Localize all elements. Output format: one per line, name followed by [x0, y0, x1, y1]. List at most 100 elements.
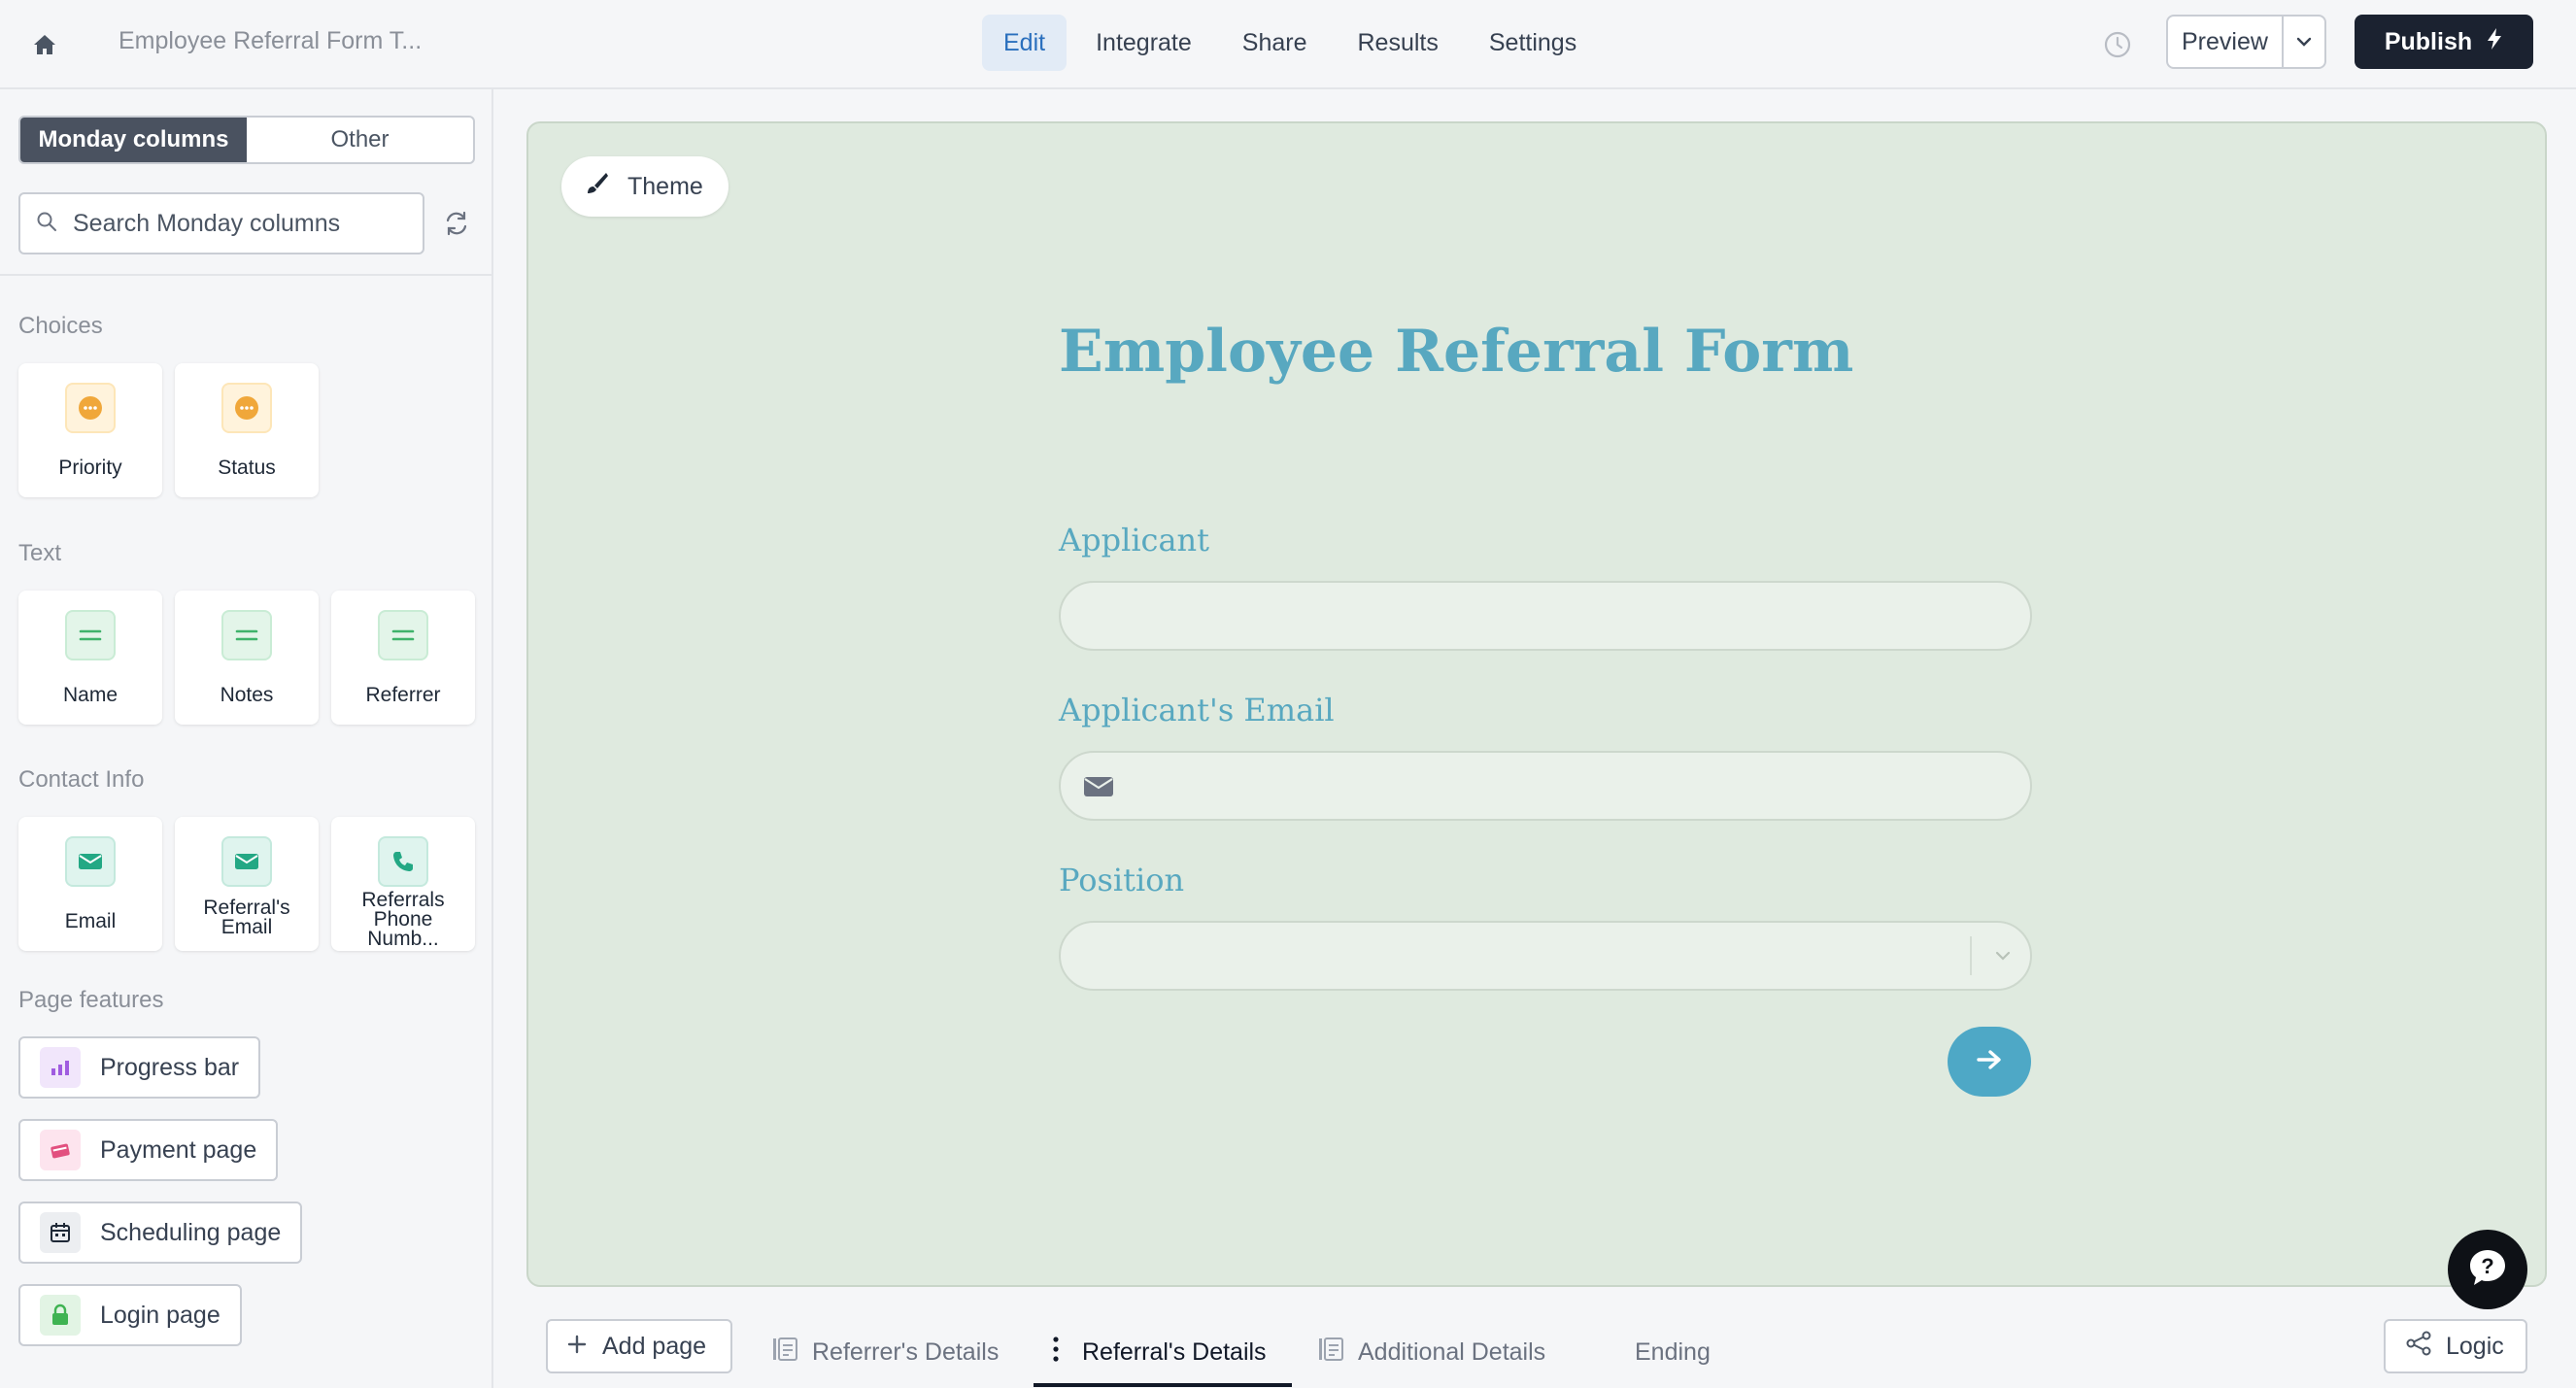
applicants-email-input[interactable] [1061, 753, 2030, 819]
page-tab-label: Ending [1635, 1337, 1711, 1366]
logic-button[interactable]: Logic [2384, 1319, 2527, 1373]
nav-share[interactable]: Share [1221, 15, 1329, 71]
applicant-field [1059, 581, 2032, 651]
add-page-button[interactable]: Add page [546, 1319, 732, 1373]
nav-settings[interactable]: Settings [1468, 15, 1598, 71]
applicant-input[interactable] [1061, 583, 2030, 649]
sidebar: Monday columns Other Choices Priority St… [0, 89, 493, 1388]
field-card-label: Status [218, 457, 276, 479]
form-heading[interactable]: Employee Referral Form [1059, 318, 1853, 386]
calendar-icon [40, 1212, 81, 1253]
question-label-applicant[interactable]: Applicant [1059, 522, 1209, 559]
payment-icon [40, 1130, 81, 1170]
page-icon [1317, 1337, 1344, 1369]
main-nav: Edit Integrate Share Results Settings [982, 15, 1598, 71]
section-features-label: Page features [18, 987, 164, 1013]
add-page-label: Add page [602, 1332, 707, 1360]
field-card-name[interactable]: Name [18, 591, 162, 725]
lock-icon [40, 1295, 81, 1336]
text-lines-icon [378, 610, 428, 660]
preview-group: Preview [2166, 15, 2326, 69]
top-bar: Employee Referral Form T... Edit Integra… [0, 0, 2576, 89]
feature-scheduling-page[interactable]: Scheduling page [18, 1202, 303, 1264]
page-tab-label: Referrer's Details [812, 1337, 1000, 1366]
chevron-down-icon[interactable] [1991, 944, 2015, 972]
tab-monday-columns[interactable]: Monday columns [20, 118, 247, 162]
lightning-icon [2486, 27, 2503, 57]
arrow-right-icon [1975, 1047, 2004, 1077]
choice-icon [65, 383, 116, 433]
search-icon [36, 211, 57, 237]
field-card-label: Email [64, 910, 117, 932]
nav-integrate[interactable]: Integrate [1074, 15, 1213, 71]
section-contact-label: Contact Info [18, 766, 145, 793]
feature-label: Progress bar [100, 1053, 240, 1081]
nav-results[interactable]: Results [1337, 15, 1460, 71]
page-icon [771, 1337, 798, 1369]
form-title[interactable]: Employee Referral Form T... [119, 27, 422, 55]
theme-button[interactable]: Theme [561, 156, 729, 217]
mail-icon [221, 836, 272, 887]
publish-label: Publish [2384, 27, 2473, 55]
field-card-label: Referral's Email [203, 897, 290, 938]
field-card-label: Referrals Phone Numb... [361, 889, 445, 950]
feature-payment-page[interactable]: Payment page [18, 1119, 279, 1181]
bar-chart-icon [40, 1047, 81, 1088]
history-icon[interactable] [2098, 25, 2137, 64]
field-card-label: Name [62, 684, 119, 706]
feature-progress-bar[interactable]: Progress bar [18, 1036, 261, 1099]
feature-login-page[interactable]: Login page [18, 1284, 242, 1346]
field-card-email[interactable]: Email [18, 817, 162, 951]
share-nodes-icon [2405, 1330, 2432, 1364]
theme-label: Theme [627, 172, 703, 200]
question-label-position[interactable]: Position [1059, 862, 1184, 898]
text-lines-icon [221, 610, 272, 660]
field-card-label: Referrer [365, 684, 441, 706]
position-select[interactable] [1059, 921, 2032, 991]
home-icon[interactable] [27, 27, 62, 62]
section-text-label: Text [18, 540, 62, 566]
choice-icon [221, 383, 272, 433]
field-card-label: Priority [58, 457, 122, 479]
field-card-referrer[interactable]: Referrer [331, 591, 475, 725]
help-icon: ? [2466, 1246, 2509, 1294]
feature-label: Scheduling page [100, 1218, 282, 1246]
drag-handle-icon[interactable] [1051, 1335, 1061, 1371]
field-card-priority[interactable]: Priority [18, 363, 162, 497]
refresh-icon[interactable] [439, 206, 474, 241]
page-tab-referrals-details[interactable]: Referral's Details [1051, 1319, 1267, 1385]
publish-button[interactable]: Publish [2355, 15, 2533, 69]
phone-icon [378, 836, 428, 887]
form-canvas: Theme Employee Referral Form Applicant A… [526, 121, 2547, 1287]
divider [0, 274, 491, 276]
field-card-referrals-phone[interactable]: Referrals Phone Numb... [331, 817, 475, 951]
field-card-referrals-email[interactable]: Referral's Email [175, 817, 319, 951]
preview-button[interactable]: Preview [2168, 17, 2284, 67]
feature-label: Login page [100, 1301, 220, 1329]
mail-icon [1082, 774, 1115, 804]
search-input[interactable] [73, 209, 403, 238]
question-label-applicants-email[interactable]: Applicant's Email [1059, 692, 1335, 728]
field-card-notes[interactable]: Notes [175, 591, 319, 725]
help-chat-button[interactable]: ? [2448, 1230, 2527, 1309]
page-tab-label: Additional Details [1358, 1337, 1546, 1366]
active-tab-indicator [1034, 1383, 1292, 1387]
page-tab-referrers-details[interactable]: Referrer's Details [771, 1319, 999, 1385]
text-lines-icon [65, 610, 116, 660]
page-tab-additional-details[interactable]: Additional Details [1317, 1319, 1545, 1385]
column-source-toggle: Monday columns Other [18, 116, 475, 164]
tab-other[interactable]: Other [247, 118, 473, 162]
paintbrush-icon [583, 170, 610, 204]
plus-icon [567, 1333, 587, 1361]
svg-text:?: ? [2481, 1254, 2493, 1278]
select-divider [1970, 936, 1972, 975]
next-button[interactable] [1948, 1027, 2031, 1097]
feature-label: Payment page [100, 1135, 257, 1164]
field-card-status[interactable]: Status [175, 363, 319, 497]
page-tab-ending[interactable]: Ending [1635, 1319, 1711, 1385]
page-tab-label: Referral's Details [1082, 1337, 1267, 1366]
nav-edit[interactable]: Edit [982, 15, 1068, 71]
applicants-email-field [1059, 751, 2032, 821]
logic-label: Logic [2446, 1332, 2504, 1360]
chevron-down-icon[interactable] [2284, 17, 2324, 67]
